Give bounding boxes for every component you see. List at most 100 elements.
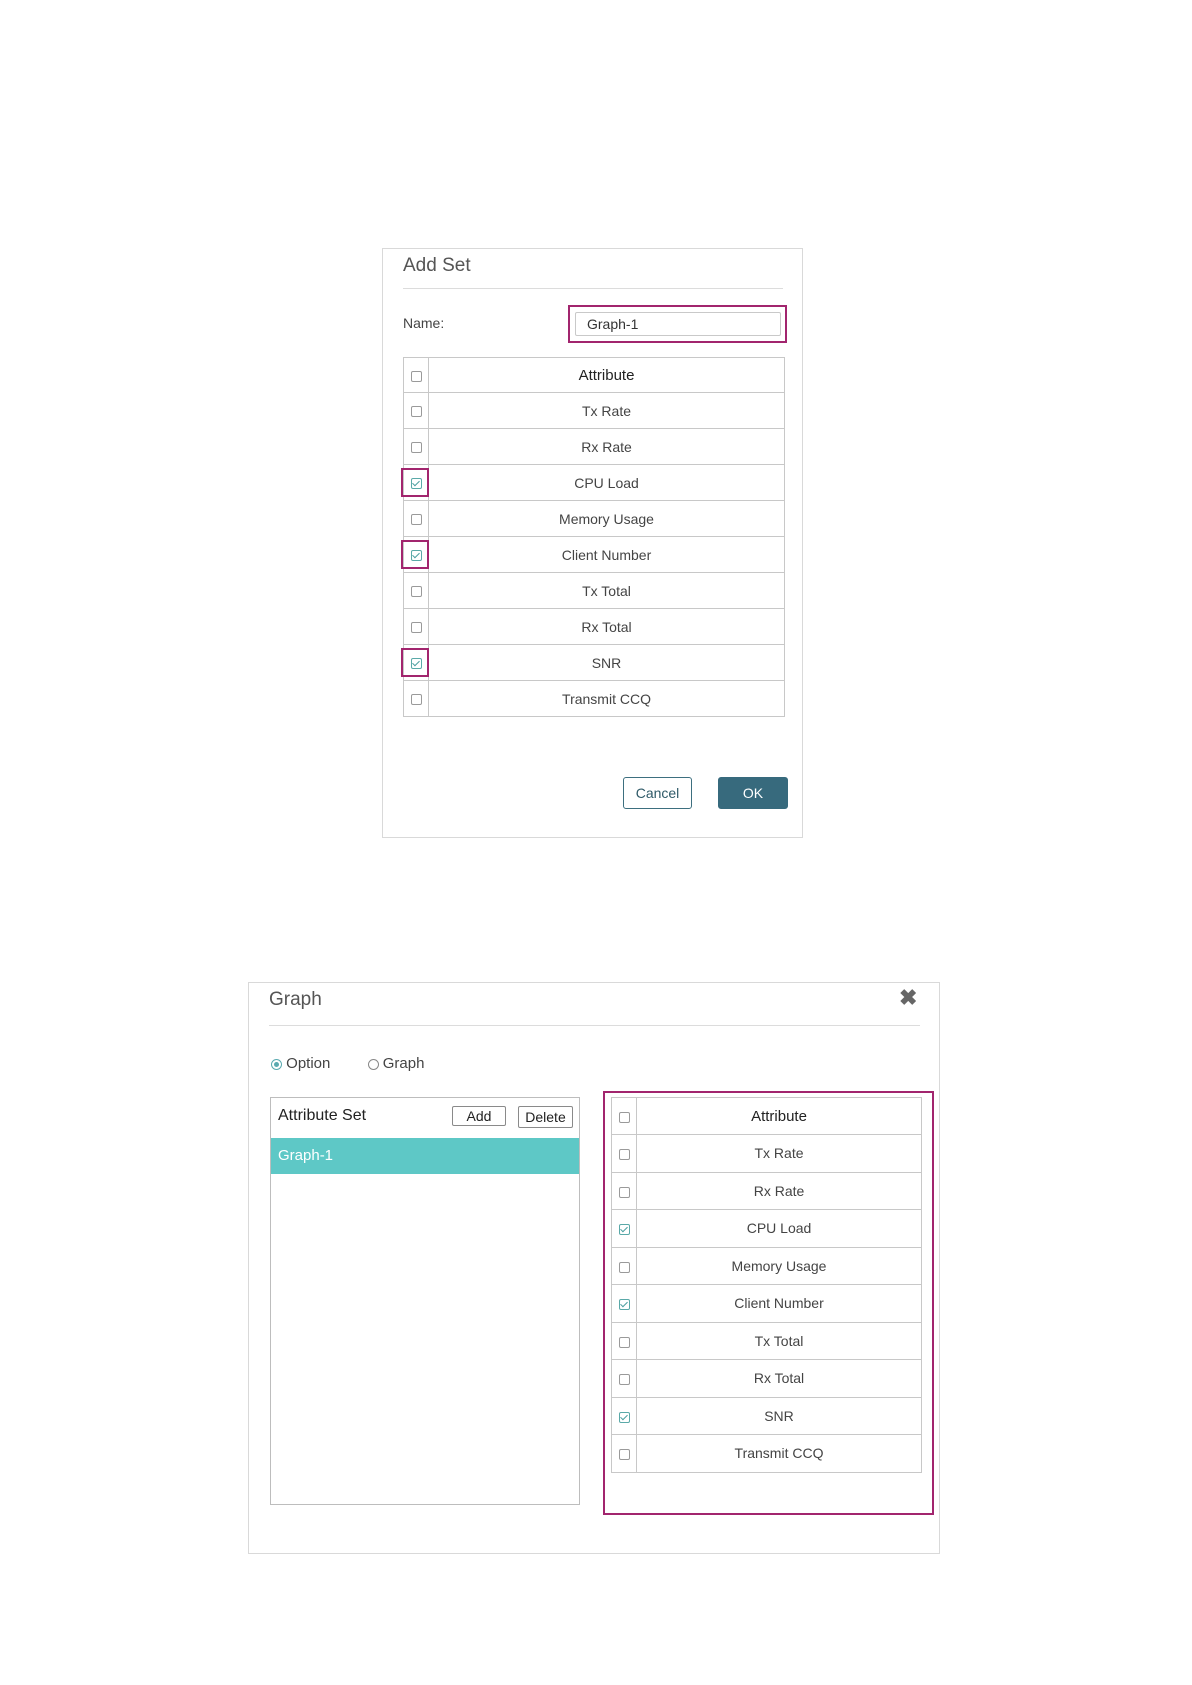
checkbox-icon: [618, 1149, 630, 1161]
table-row: Memory Usage: [403, 500, 785, 537]
checkbox-icon: [618, 1261, 630, 1273]
table-row: CPU Load: [611, 1209, 922, 1248]
attribute-label: Rx Rate: [428, 428, 785, 465]
row-checkbox[interactable]: [403, 392, 429, 429]
attribute-label: Tx Rate: [636, 1134, 922, 1173]
table-row: CPU Load: [403, 464, 785, 501]
table-row: Tx Total: [403, 572, 785, 609]
attribute-set-item[interactable]: Graph-1: [271, 1138, 579, 1174]
ok-button[interactable]: OK: [718, 777, 788, 809]
attribute-table: Attribute Tx Rate Rx Rate CPU Load Memory Us…: [403, 357, 785, 717]
attribute-label: Memory Usage: [428, 500, 785, 537]
checkbox-icon: [618, 1111, 630, 1123]
checkbox-icon: [410, 586, 422, 598]
attribute-label: Client Number: [636, 1284, 922, 1323]
dialog-title: Add Set: [403, 255, 471, 276]
attribute-label: CPU Load: [636, 1209, 922, 1248]
checkbox-icon: [410, 442, 422, 454]
table-header-row: Attribute: [611, 1097, 922, 1135]
table-row: Transmit CCQ: [611, 1434, 922, 1473]
checkbox-highlight: [401, 648, 429, 677]
attribute-label: Rx Total: [636, 1359, 922, 1398]
attribute-set-panel: Attribute Set Add Delete Graph-1: [270, 1097, 580, 1505]
attribute-label: SNR: [428, 644, 785, 681]
row-checkbox[interactable]: [611, 1171, 637, 1210]
add-button[interactable]: Add: [452, 1106, 506, 1126]
attribute-label: CPU Load: [428, 464, 785, 501]
checkbox-icon: [618, 1336, 630, 1348]
checked-checkbox-icon: [618, 1224, 630, 1236]
table-row: Tx Total: [611, 1321, 922, 1360]
title-divider: [403, 288, 783, 289]
graph-dialog: Graph ✖ Option Graph Attribute Set Add D…: [248, 982, 940, 1554]
checkbox-icon: [410, 694, 422, 706]
radio-unselected-icon: [367, 1058, 379, 1070]
radio-selected-icon: [271, 1058, 282, 1070]
row-checkbox[interactable]: [611, 1396, 637, 1435]
radio-option-label: Option: [286, 1055, 331, 1072]
radio-option[interactable]: Option: [271, 1055, 330, 1072]
name-input[interactable]: [575, 312, 781, 336]
table-row: SNR: [403, 644, 785, 681]
row-checkbox[interactable]: [611, 1209, 637, 1248]
table-row: Rx Rate: [403, 428, 785, 465]
row-checkbox[interactable]: [403, 608, 429, 645]
attribute-label: Tx Total: [428, 572, 785, 609]
row-checkbox[interactable]: [611, 1321, 637, 1360]
delete-button[interactable]: Delete: [518, 1106, 573, 1128]
table-row: Rx Rate: [611, 1171, 922, 1210]
radio-graph[interactable]: Graph: [367, 1055, 425, 1072]
checkbox-icon: [618, 1186, 630, 1198]
select-all-checkbox[interactable]: [611, 1097, 637, 1135]
checked-checkbox-icon: [618, 1299, 630, 1311]
cancel-button[interactable]: Cancel: [623, 777, 692, 809]
attribute-label: Client Number: [428, 536, 785, 573]
row-checkbox[interactable]: [611, 1134, 637, 1173]
name-label: Name:: [403, 315, 445, 331]
attribute-label: Transmit CCQ: [428, 680, 785, 717]
attribute-set-list: Graph-1: [271, 1138, 579, 1174]
checkbox-icon: [618, 1449, 630, 1461]
table-row: SNR: [611, 1396, 922, 1435]
close-icon[interactable]: ✖: [899, 987, 917, 1009]
row-checkbox[interactable]: [611, 1434, 637, 1473]
column-header-attribute: Attribute: [428, 357, 785, 393]
table-row: Rx Total: [403, 608, 785, 645]
attribute-set-label: Attribute Set: [278, 1107, 367, 1124]
dialog-title: Graph: [269, 989, 322, 1010]
checked-checkbox-icon: [618, 1411, 630, 1423]
table-row: Client Number: [403, 536, 785, 573]
row-checkbox[interactable]: [611, 1246, 637, 1285]
table-row: Rx Total: [611, 1359, 922, 1398]
attribute-label: Rx Rate: [636, 1171, 922, 1210]
table-header-row: Attribute: [403, 357, 785, 393]
row-checkbox[interactable]: [611, 1284, 637, 1323]
row-checkbox[interactable]: [403, 680, 429, 717]
checkbox-highlight: [401, 468, 429, 497]
checkbox-icon: [410, 622, 422, 634]
select-all-checkbox[interactable]: [403, 357, 429, 393]
view-radio-group: Option Graph: [271, 1055, 424, 1072]
attribute-table: Attribute Tx Rate Rx Rate CPU Load Memory Us…: [611, 1097, 922, 1473]
table-row: Tx Rate: [611, 1134, 922, 1173]
row-checkbox[interactable]: [403, 572, 429, 609]
table-row: Tx Rate: [403, 392, 785, 429]
table-row: Transmit CCQ: [403, 680, 785, 717]
attribute-label: Memory Usage: [636, 1246, 922, 1285]
table-row: Client Number: [611, 1284, 922, 1323]
attribute-label: SNR: [636, 1396, 922, 1435]
table-row: Memory Usage: [611, 1246, 922, 1285]
attribute-label: Tx Rate: [428, 392, 785, 429]
column-header-attribute: Attribute: [636, 1097, 922, 1135]
checkbox-icon: [410, 370, 422, 382]
checkbox-highlight: [401, 540, 429, 569]
row-checkbox[interactable]: [403, 428, 429, 465]
row-checkbox[interactable]: [403, 500, 429, 537]
add-set-dialog: Add Set Name: AttributeTx RateRx RateCPU…: [382, 248, 803, 838]
radio-graph-label: Graph: [382, 1055, 425, 1072]
attribute-label: Transmit CCQ: [636, 1434, 922, 1473]
attribute-label: Tx Total: [636, 1321, 922, 1360]
title-divider: [269, 1025, 920, 1026]
checkbox-icon: [618, 1374, 630, 1386]
row-checkbox[interactable]: [611, 1359, 637, 1398]
